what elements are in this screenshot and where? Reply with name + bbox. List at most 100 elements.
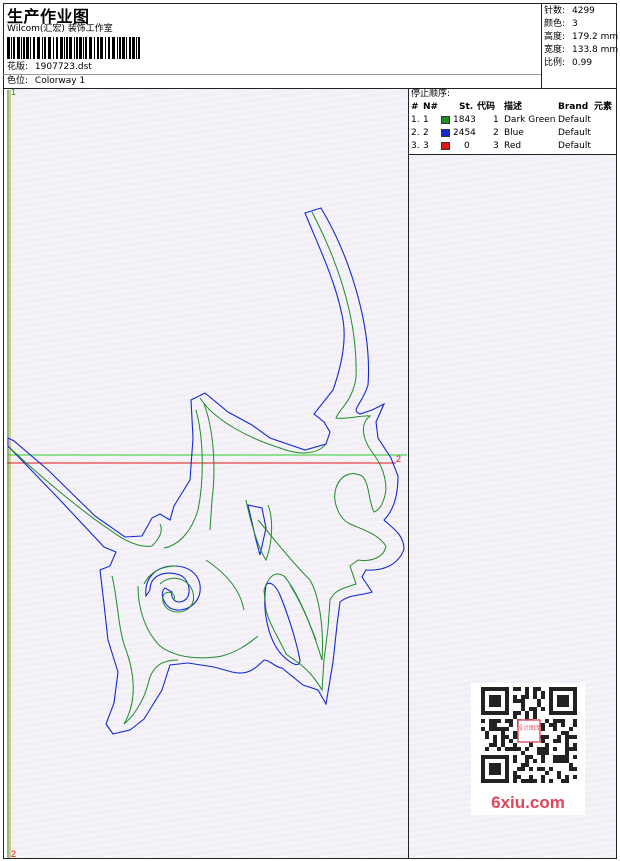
qr-cell [521,767,525,771]
qr-cell [557,755,561,759]
qr-cell [533,759,537,763]
qr-cell [521,751,525,755]
qr-cell [521,763,525,767]
qr-cell [569,727,573,731]
qr-cell [561,719,565,723]
qr-cell [521,699,525,703]
qr-cell [545,735,549,739]
qr-cell [553,755,557,759]
qr-cell [541,767,545,771]
qr-cell [565,747,569,751]
qr-cell [545,743,549,747]
qr-cell [537,747,541,751]
qr-cell [549,723,553,727]
qr-cell [493,723,497,727]
qr-cell [513,687,517,691]
qr-cell [545,719,549,723]
qr-cell [533,687,537,691]
qr-cell [545,771,549,775]
qr-cell [529,779,533,783]
qr-cell [525,691,529,695]
qr-cell [561,759,565,763]
qr-cell [541,747,545,751]
marker-bottom-left: 2 [11,849,16,859]
qr-cell [561,723,565,727]
qr-cell [541,739,545,743]
qr-cell [525,687,529,691]
qr-cell [513,779,517,783]
marker-top-left: 1 [11,87,16,97]
qr-cell [497,719,501,723]
qr-cell [485,747,489,751]
qr-cell [541,707,545,711]
qr-cell [537,687,541,691]
qr-cell [533,711,537,715]
qr-cell [493,719,497,723]
qr-cell [545,747,549,751]
qr-cell [513,711,517,715]
qr-cell [565,731,569,735]
qr-cell [521,707,525,711]
qr-cell [493,743,497,747]
qr-cell [553,747,557,751]
marker-red-line-end: 2 [396,454,401,464]
qr-cell [573,743,577,747]
qr-cell [525,715,529,719]
qr-cell [501,743,505,747]
qr-cell [505,727,509,731]
qr-cell [493,739,497,743]
qr-cell [569,767,573,771]
qr-cell [549,767,553,771]
qr-cell [565,759,569,763]
qr-cell [537,699,541,703]
qr-cell [561,731,565,735]
qr-cell [573,723,577,727]
qr-cell [525,695,529,699]
qr-cell [505,747,509,751]
qr-code: 设计图库 6xiu.com [481,687,577,812]
qr-cell [525,779,529,783]
qr-cell [513,759,517,763]
qr-cell [513,743,517,747]
qr-cell [481,719,485,723]
qr-cell [541,735,545,739]
qr-cell [561,755,565,759]
qr-cell [517,775,521,779]
qr-cell [553,719,557,723]
qr-cell [569,763,573,767]
qr-cell [489,727,493,731]
qr-cell [529,755,533,759]
qr-cell [541,779,545,783]
qr-finder [489,763,501,775]
qr-cell [565,755,569,759]
qr-cell [573,719,577,723]
qr-cell [533,715,537,719]
qr-cell [541,695,545,699]
qr-cell [489,723,493,727]
qr-finder [489,695,501,707]
qr-cell [525,755,529,759]
qr-finder [557,695,569,707]
qr-cell [485,735,489,739]
qr-cell [493,735,497,739]
qr-cell [537,703,541,707]
qr-cell [513,715,517,719]
qr-cell [533,695,537,699]
qr-cell [573,775,577,779]
qr-cell [525,711,529,715]
qr-cell [513,747,517,751]
qr-cell [541,755,545,759]
qr-cell [489,719,493,723]
green-stitch [10,211,387,725]
qr-cell [573,755,577,759]
qr-cell [541,723,545,727]
watermark-text: 6xiu.com [491,793,565,812]
qr-cell [545,751,549,755]
qr-cell [481,727,485,731]
qr-cell [493,727,497,731]
qr-cell [569,735,573,739]
qr-cell [509,747,513,751]
qr-cell [529,775,533,779]
qr-cell [565,743,569,747]
qr-cell [565,775,569,779]
